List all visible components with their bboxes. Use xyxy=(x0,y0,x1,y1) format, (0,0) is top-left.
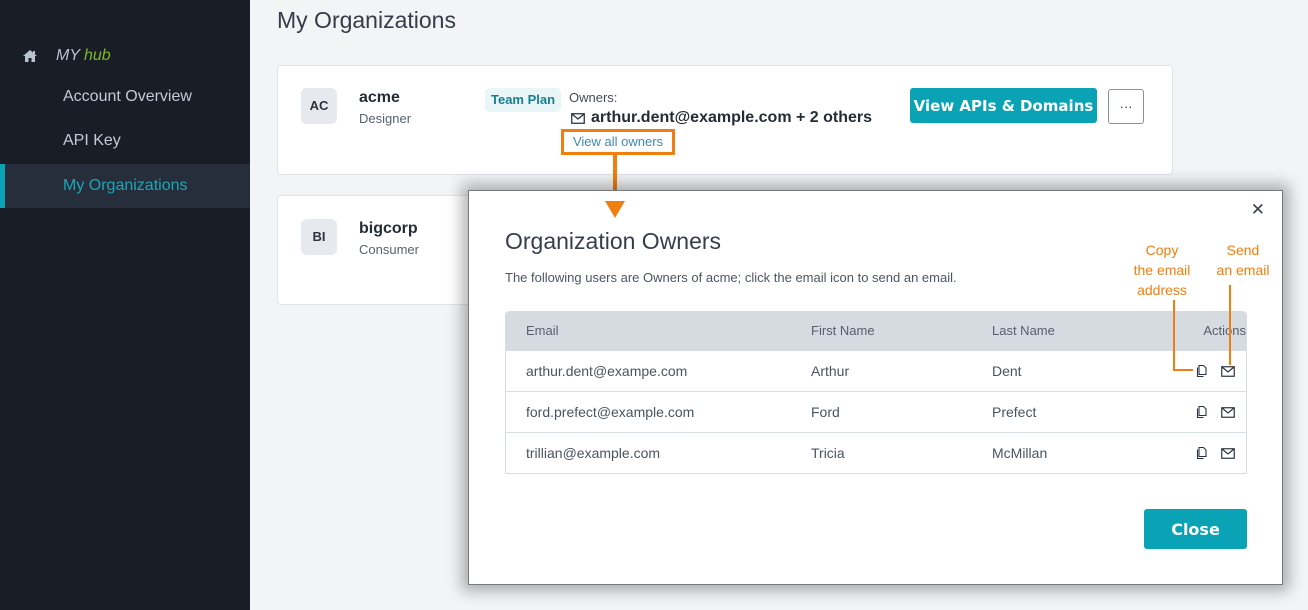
mail-icon xyxy=(571,112,585,124)
sidebar-item-my-organizations[interactable]: My Organizations xyxy=(0,164,250,208)
brand-my: MY xyxy=(56,47,80,64)
org-name: acme xyxy=(359,89,400,106)
cell-last-name: McMillan xyxy=(992,445,1048,461)
mail-icon[interactable] xyxy=(1221,364,1235,378)
view-all-owners-link[interactable]: View all owners xyxy=(561,129,675,155)
column-header-email: Email xyxy=(526,323,559,338)
copy-icon[interactable] xyxy=(1194,405,1208,419)
brand[interactable]: MY hub xyxy=(22,45,111,67)
annotation-copy-leader-horizontal xyxy=(1173,369,1193,371)
org-avatar: BI xyxy=(301,219,337,255)
cell-email: trillian@example.com xyxy=(526,445,661,461)
cell-actions xyxy=(1152,364,1246,378)
org-role: Consumer xyxy=(359,242,419,257)
owners-label: Owners: xyxy=(569,90,618,105)
annotation-send-leader xyxy=(1229,285,1231,365)
annotation-send: Send an email xyxy=(1210,240,1276,280)
copy-icon[interactable] xyxy=(1194,446,1208,460)
plan-badge: Team Plan xyxy=(485,88,562,112)
page-title: My Organizations xyxy=(277,7,456,33)
owners-table: Email First Name Last Name Actions arthu… xyxy=(505,311,1247,474)
column-header-actions: Actions xyxy=(1203,323,1246,338)
more-options-button[interactable]: ··· xyxy=(1108,89,1144,124)
table-row: arthur.dent@exampe.com Arthur Dent xyxy=(506,350,1246,391)
annotation-arrow-head xyxy=(605,201,625,218)
modal-description: The following users are Owners of acme; … xyxy=(505,270,957,285)
annotation-copy-leader-vertical xyxy=(1173,300,1175,370)
annotation-send-line1: Send xyxy=(1226,242,1260,258)
cell-first-name: Ford xyxy=(811,404,840,420)
column-header-first-name: First Name xyxy=(811,323,875,338)
brand-hub: hub xyxy=(84,47,111,64)
org-name: bigcorp xyxy=(359,220,418,237)
cell-last-name: Dent xyxy=(992,363,1022,379)
table-header: Email First Name Last Name Actions xyxy=(506,311,1246,350)
cell-last-name: Prefect xyxy=(992,404,1037,420)
close-icon[interactable]: ✕ xyxy=(1251,201,1265,219)
home-icon xyxy=(22,49,38,63)
annotation-copy-line3: address xyxy=(1137,282,1187,298)
mail-icon[interactable] xyxy=(1221,405,1235,419)
table-row: ford.prefect@example.com Ford Prefect xyxy=(506,391,1246,432)
mail-icon[interactable] xyxy=(1221,446,1235,460)
org-avatar: AC xyxy=(301,88,337,124)
copy-icon[interactable] xyxy=(1194,364,1208,378)
view-apis-domains-button[interactable]: View APIs & Domains xyxy=(910,88,1097,123)
modal-title: Organization Owners xyxy=(505,228,722,254)
annotation-send-line2: an email xyxy=(1216,262,1270,278)
sidebar-item-api-key[interactable]: API Key xyxy=(0,119,250,163)
table-row: trillian@example.com Tricia McMillan xyxy=(506,432,1246,473)
sidebar: MY hub Account Overview API Key My Organ… xyxy=(0,0,250,610)
cell-actions xyxy=(1152,405,1246,419)
close-button[interactable]: Close xyxy=(1144,509,1247,549)
column-header-last-name: Last Name xyxy=(992,323,1055,338)
annotation-copy-line2: the email xyxy=(1133,262,1191,278)
cell-email: ford.prefect@example.com xyxy=(526,404,695,420)
cell-first-name: Arthur xyxy=(811,363,850,379)
owners-summary-text: arthur.dent@example.com + 2 others xyxy=(591,109,873,126)
annotation-copy: Copy the email address xyxy=(1124,240,1200,300)
cell-actions xyxy=(1152,446,1246,460)
cell-first-name: Tricia xyxy=(811,445,845,461)
org-role: Designer xyxy=(359,111,412,126)
sidebar-item-account-overview[interactable]: Account Overview xyxy=(0,75,250,119)
cell-email: arthur.dent@exampe.com xyxy=(526,363,688,379)
org-card-acme: AC acme Designer Team Plan Owners: arthu… xyxy=(277,65,1173,175)
annotation-copy-line1: Copy xyxy=(1145,242,1179,258)
owners-summary: arthur.dent@example.com + 2 others xyxy=(571,109,872,127)
